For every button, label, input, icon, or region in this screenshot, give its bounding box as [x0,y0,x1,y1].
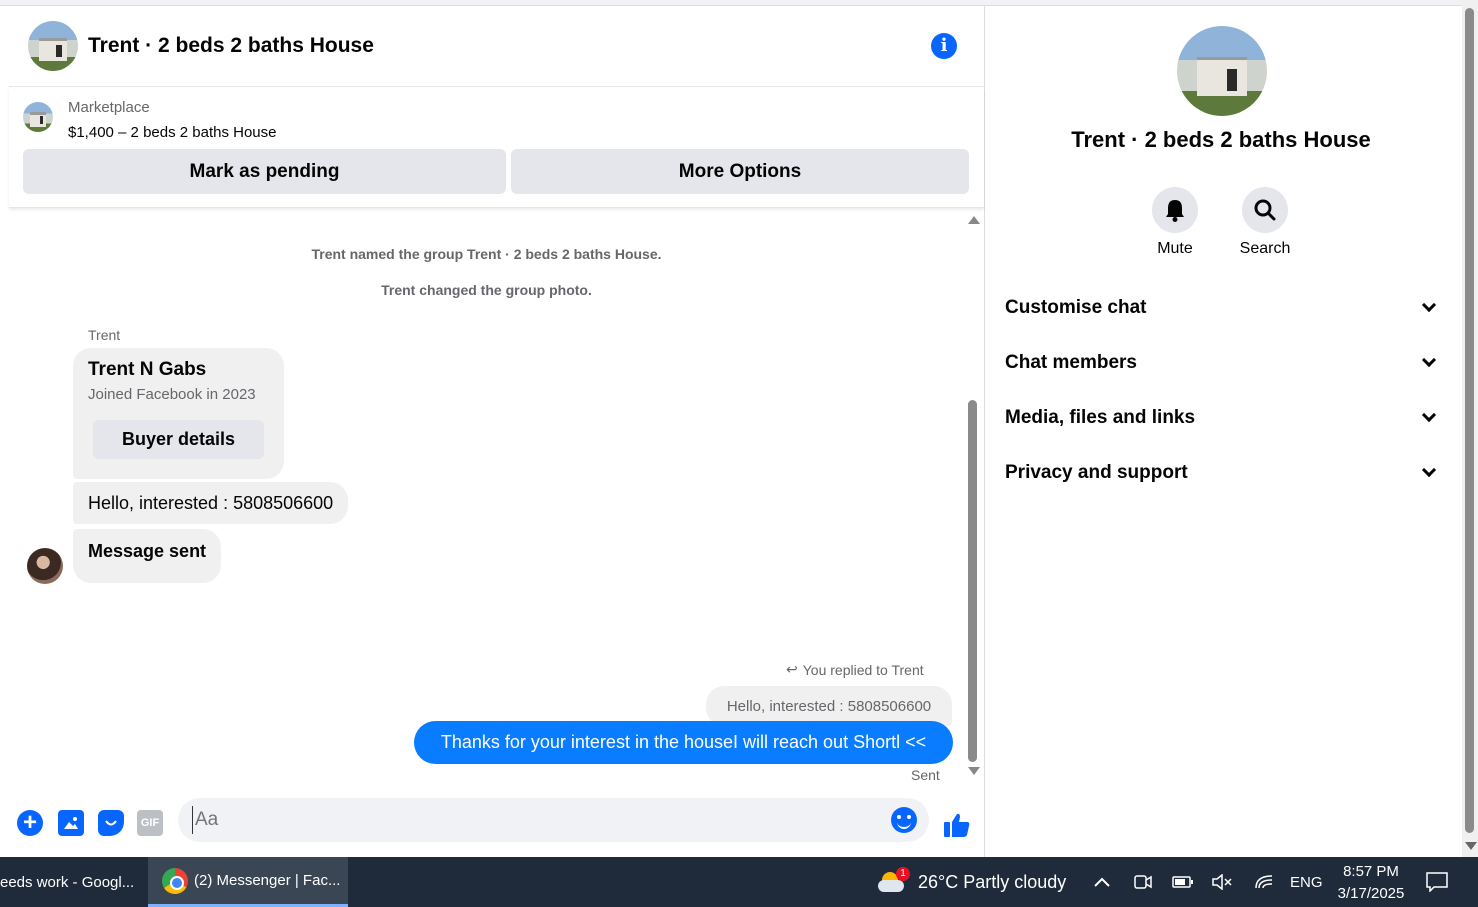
info-icon[interactable]: i [931,33,957,59]
search-button[interactable] [1242,187,1288,233]
section-customise-chat[interactable]: Customise chat [1005,288,1442,328]
plus-icon[interactable]: + [17,810,43,836]
language-indicator[interactable]: ENG [1290,857,1323,907]
notifications-icon[interactable] [1426,857,1448,907]
chevron-down-icon [1421,352,1437,368]
incoming-message[interactable]: Hello, interested : 5808506600 [73,482,349,524]
incoming-message[interactable]: Message sent [73,529,222,583]
volume-muted-icon[interactable] [1212,857,1232,907]
section-label: Privacy and support [1005,462,1188,483]
sender-avatar[interactable] [27,548,63,584]
composer: + GIF [9,794,984,854]
quoted-message[interactable]: Hello, interested : 5808506600 [706,686,952,726]
clock-date: 3/17/2025 [1337,885,1405,902]
buyer-joined: Joined Facebook in 2023 [88,386,256,403]
info-panel: Trent · 2 beds 2 baths House Mute Search… [986,6,1462,857]
listing-thumbnail[interactable] [23,102,53,132]
chat-scrollbar[interactable] [965,212,980,782]
sender-name: Trent [88,327,121,343]
task-label: (2) Messenger | Fac... [194,872,341,889]
reply-icon: ↩ [786,661,798,677]
message-input-wrap [178,798,929,842]
gif-icon[interactable]: GIF [137,810,163,836]
buyer-card: Trent N Gabs Joined Facebook in 2023 Buy… [73,348,284,479]
chat-area: Trent · 2 beds 2 baths House i Marketpla… [9,6,985,857]
system-message: Trent named the group Trent · 2 beds 2 b… [311,246,662,262]
more-options-button[interactable]: More Options [511,149,969,194]
section-privacy-support[interactable]: Privacy and support [1005,453,1442,493]
mark-as-pending-button[interactable]: Mark as pending [23,149,506,194]
scroll-down-arrow-icon[interactable] [1465,842,1477,850]
task-label: eeds work - Googl... [0,873,135,891]
outgoing-message[interactable]: Thanks for your interest in the houseI w… [414,721,953,764]
reply-indicator: ↩ You replied to Trent [786,661,924,678]
show-hidden-icons[interactable] [1093,857,1111,907]
chevron-down-icon [1421,297,1437,313]
buyer-name: Trent N Gabs [88,359,207,380]
chat-title[interactable]: Trent · 2 beds 2 baths House [88,34,374,58]
window-scroll-thumb[interactable] [1465,8,1474,833]
message-input[interactable] [192,806,872,834]
taskbar: eeds work - Googl... (2) Messenger | Fac… [0,857,1478,907]
message-status: Sent [911,767,940,783]
window-scrollbar[interactable] [1462,0,1478,857]
listing-price[interactable]: $1,400 – 2 beds 2 baths House [68,124,277,141]
marketplace-label: Marketplace [68,99,150,116]
bell-icon [1166,200,1184,222]
chrome-icon [162,867,188,894]
mute-button[interactable] [1152,187,1198,233]
search-label: Search [1239,240,1291,257]
taskbar-item-messenger[interactable]: (2) Messenger | Fac... [148,857,348,907]
section-chat-members[interactable]: Chat members [1005,343,1442,383]
panel-avatar[interactable] [1177,26,1267,116]
buyer-details-button[interactable]: Buyer details [93,420,264,459]
weather-badge: 1 [896,867,910,881]
system-message: Trent changed the group photo. [381,282,592,298]
image-icon[interactable] [58,810,84,836]
reply-label: You replied to Trent [802,661,924,678]
group-avatar[interactable] [28,21,78,71]
clock[interactable]: 8:57 PM 3/17/2025 [1326,861,1416,905]
weather-text: 26°C Partly cloudy [918,871,1067,892]
chevron-down-icon [1421,462,1437,478]
wifi-icon[interactable] [1254,857,1274,907]
chat-header: Trent · 2 beds 2 baths House i [9,6,984,87]
battery-icon[interactable] [1172,857,1194,907]
mute-label: Mute [1157,240,1193,257]
emoji-icon[interactable] [891,807,917,833]
screen: Trent · 2 beds 2 baths House i Marketpla… [0,0,1478,907]
meet-now-icon[interactable] [1134,857,1152,907]
sticker-icon[interactable] [98,810,124,836]
marketplace-banner: Marketplace $1,400 – 2 beds 2 baths Hous… [9,88,984,208]
panel-title: Trent · 2 beds 2 baths House [1071,127,1371,152]
weather-widget[interactable]: 26°C Partly cloudy [878,857,1066,907]
chevron-down-icon [1421,407,1437,423]
scroll-up-arrow-icon[interactable] [968,216,980,224]
search-icon [1254,199,1276,221]
section-label: Media, files and links [1005,407,1196,428]
section-media-files-links[interactable]: Media, files and links [1005,398,1442,438]
section-label: Customise chat [1005,297,1147,318]
taskbar-item-docs[interactable]: eeds work - Googl... [0,857,144,907]
thumbs-up-icon[interactable] [943,812,971,845]
scroll-thumb[interactable] [968,400,977,762]
chevron-up-icon [1094,877,1110,887]
clock-time: 8:57 PM [1343,863,1399,880]
scroll-down-arrow-icon[interactable] [968,767,980,775]
section-label: Chat members [1005,352,1137,373]
